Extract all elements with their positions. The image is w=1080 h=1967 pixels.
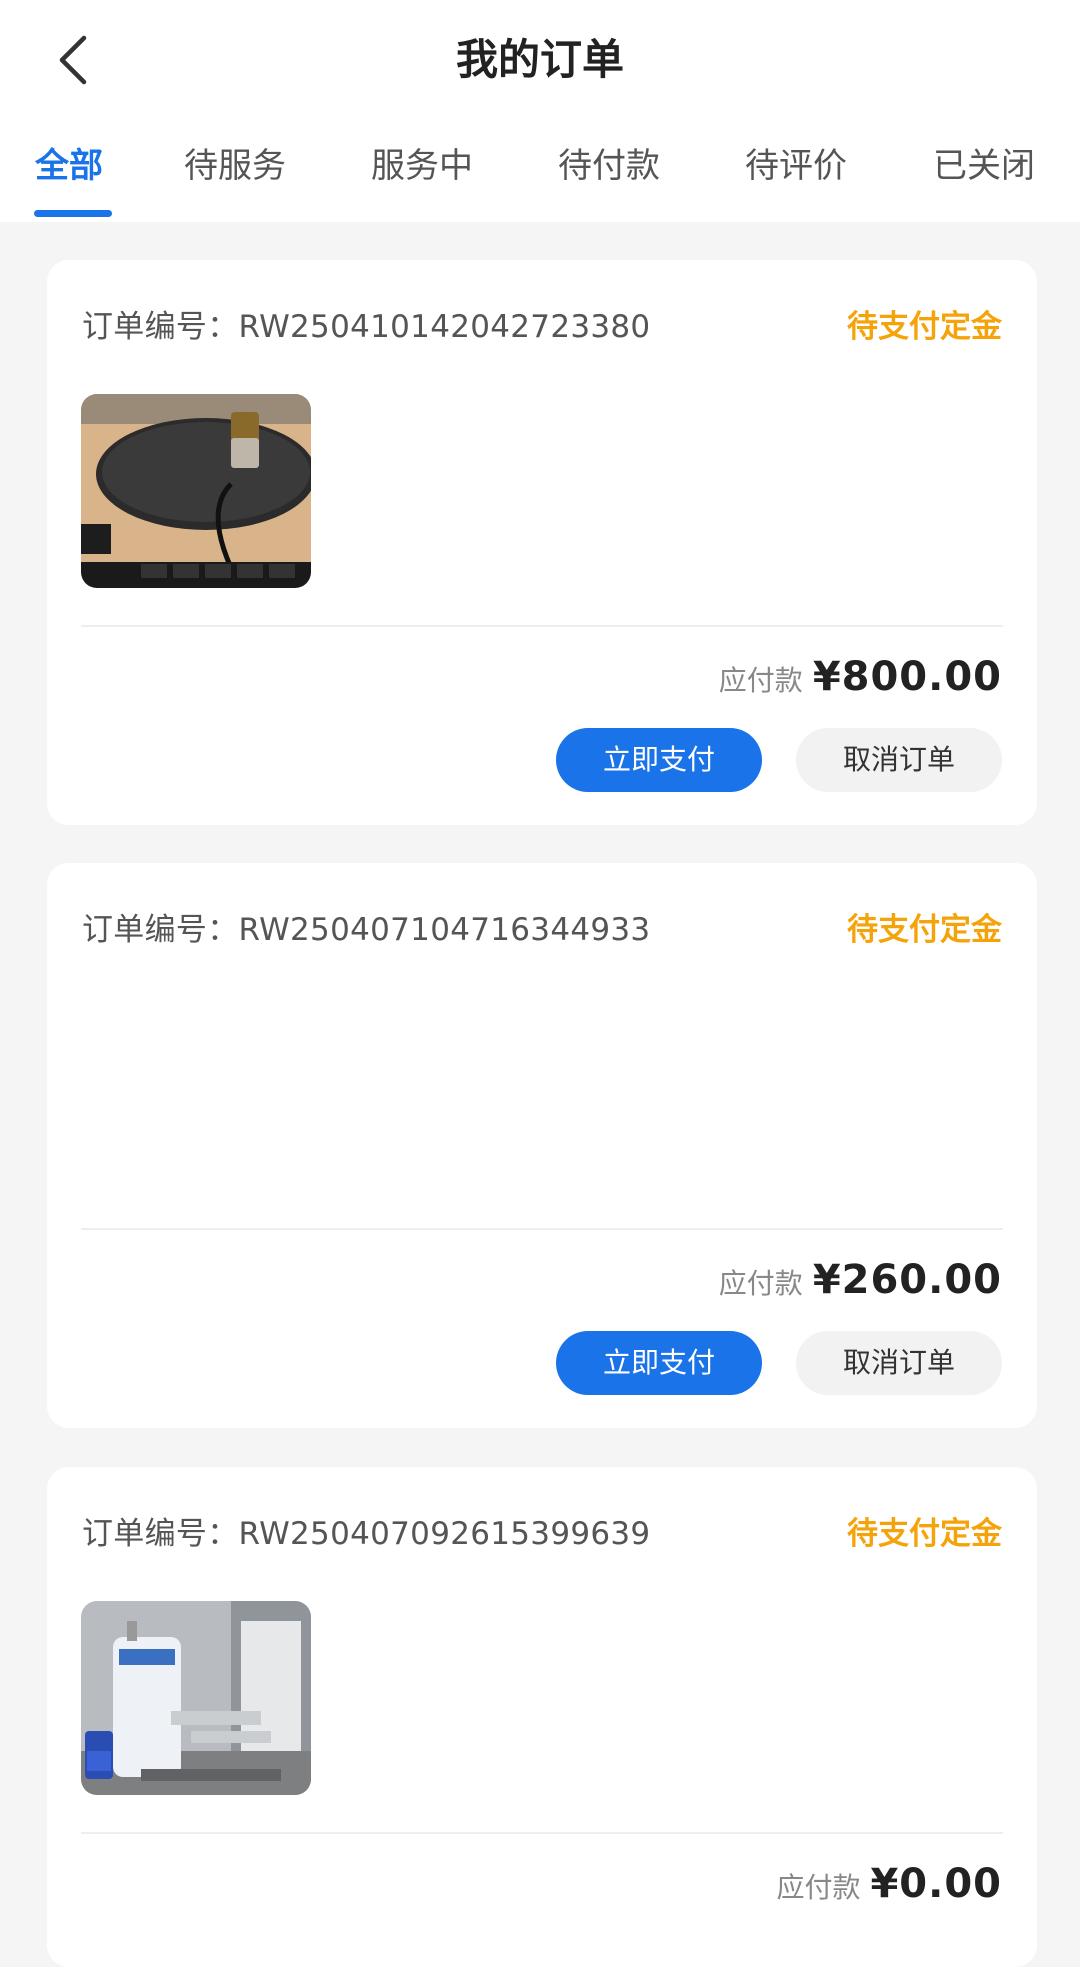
- pay-now-button[interactable]: 立即支付: [556, 728, 762, 792]
- amount-value: ¥260.00: [812, 1257, 1002, 1303]
- order-number: 订单编号：RW250407092615399639: [82, 1516, 651, 1552]
- amount-row: 应付款 ¥0.00: [776, 1861, 1002, 1907]
- order-number: 订单编号：RW250407104716344933: [82, 912, 651, 948]
- order-card[interactable]: 订单编号：RW250410142042723380 待支付定金 应付款 ¥800…: [47, 260, 1037, 825]
- order-number: 订单编号：RW250410142042723380: [82, 309, 651, 345]
- tab-pending-review[interactable]: 待评价: [745, 140, 847, 192]
- tab-in-service[interactable]: 服务中: [371, 140, 473, 192]
- amount-label: 应付款: [776, 1871, 861, 1904]
- amount-value: ¥800.00: [812, 654, 1002, 700]
- order-image[interactable]: [81, 394, 311, 588]
- amount-row: 应付款 ¥260.00: [719, 1257, 1002, 1303]
- cancel-order-button[interactable]: 取消订单: [796, 728, 1002, 792]
- divider: [81, 1832, 1003, 1834]
- order-status: 待支付定金: [847, 912, 1002, 948]
- amount-label: 应付款: [718, 1267, 803, 1300]
- order-status: 待支付定金: [847, 1516, 1002, 1552]
- page-title: 我的订单: [455, 35, 624, 84]
- amount-row: 应付款 ¥800.00: [719, 654, 1002, 700]
- tab-closed[interactable]: 已关闭: [933, 140, 1035, 192]
- active-tab-indicator: [34, 210, 112, 217]
- tab-pending-payment[interactable]: 待付款: [558, 140, 660, 192]
- top-bar: 我的订单 全部 待服务 服务中 待付款 待评价 已关闭: [0, 0, 1080, 222]
- amount-label: 应付款: [718, 664, 803, 697]
- order-tabs: 全部 待服务 服务中 待付款 待评价 已关闭: [0, 140, 1080, 222]
- order-status: 待支付定金: [847, 309, 1002, 345]
- amount-value: ¥0.00: [870, 1861, 1002, 1907]
- order-card[interactable]: 订单编号：RW250407092615399639 待支付定金 应付款 ¥0.0…: [47, 1467, 1037, 1967]
- cancel-order-button[interactable]: 取消订单: [796, 1331, 1002, 1395]
- order-image[interactable]: [81, 1601, 311, 1795]
- tab-all[interactable]: 全部: [35, 140, 103, 192]
- divider: [81, 1228, 1003, 1230]
- tab-pending-service[interactable]: 待服务: [184, 140, 286, 192]
- divider: [81, 625, 1003, 627]
- pay-now-button[interactable]: 立即支付: [556, 1331, 762, 1395]
- order-card[interactable]: 订单编号：RW250407104716344933 待支付定金 应付款 ¥260…: [47, 863, 1037, 1428]
